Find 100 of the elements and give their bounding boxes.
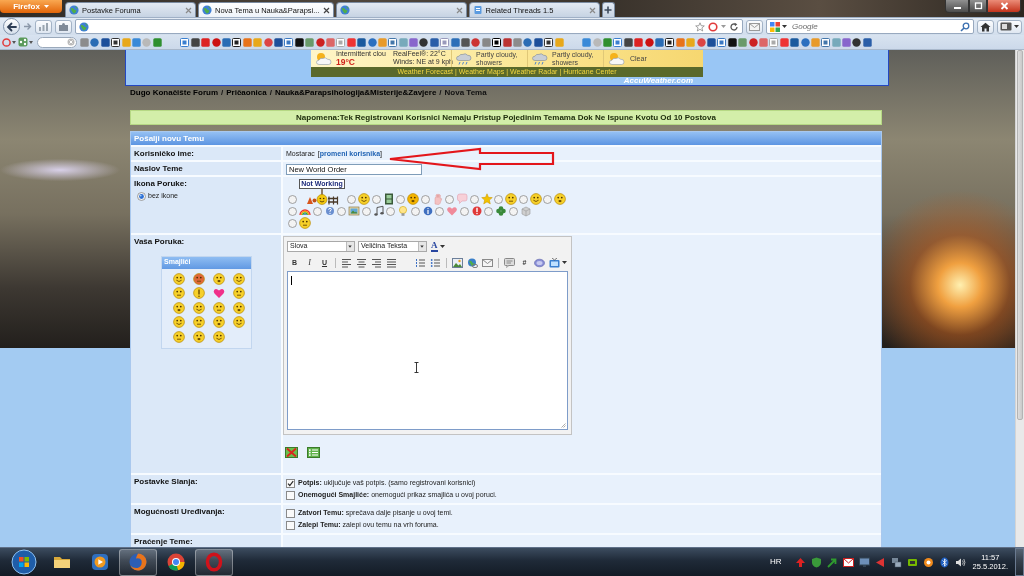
smiley-icon[interactable] bbox=[407, 193, 419, 205]
breadcrumb-link[interactable]: Nauka&Parapsihologija&Misterije&Zavjere bbox=[274, 87, 437, 98]
speech-bubble-icon[interactable] bbox=[504, 257, 515, 268]
smiley-icon[interactable] bbox=[529, 193, 542, 205]
radio-button[interactable] bbox=[288, 218, 297, 228]
tv-icon[interactable] bbox=[549, 257, 560, 268]
taskbar-app-button[interactable] bbox=[119, 548, 157, 576]
share-icon[interactable] bbox=[17, 37, 28, 47]
checkbox[interactable] bbox=[286, 478, 295, 488]
smiley-icon[interactable] bbox=[299, 217, 311, 229]
bookmark-icon[interactable] bbox=[111, 37, 121, 47]
start-orb-icon[interactable] bbox=[11, 549, 37, 575]
info-icon[interactable] bbox=[421, 205, 434, 217]
envelope-icon[interactable] bbox=[842, 556, 854, 568]
forward-arrow-icon[interactable] bbox=[23, 22, 32, 31]
cross-icon[interactable] bbox=[285, 447, 298, 458]
align-right-icon[interactable] bbox=[371, 257, 382, 268]
smiley-icon[interactable] bbox=[554, 193, 566, 205]
radio-button[interactable] bbox=[361, 206, 371, 216]
align-center-icon[interactable] bbox=[356, 257, 367, 268]
smiley-icon[interactable] bbox=[173, 330, 185, 343]
clear-icon[interactable] bbox=[66, 38, 75, 46]
smiley-icon[interactable] bbox=[173, 301, 185, 314]
maximize-button[interactable] bbox=[969, 0, 987, 13]
shield-icon[interactable] bbox=[810, 556, 822, 568]
smiley-icon[interactable] bbox=[233, 301, 245, 314]
scrollbar[interactable] bbox=[1015, 50, 1024, 547]
close-icon[interactable] bbox=[322, 6, 330, 14]
radio-button[interactable] bbox=[445, 194, 454, 204]
smiley-icon[interactable] bbox=[505, 193, 517, 205]
smiley-icon[interactable] bbox=[233, 287, 245, 300]
caret-icon[interactable] bbox=[12, 40, 17, 44]
smiley-icon[interactable] bbox=[193, 316, 205, 329]
numbered-list-icon[interactable] bbox=[415, 257, 426, 268]
film-icon[interactable] bbox=[382, 193, 395, 205]
radio-button[interactable] bbox=[396, 194, 405, 204]
mail-button[interactable] bbox=[746, 19, 763, 34]
smiley-icon[interactable] bbox=[193, 301, 205, 314]
picture-icon[interactable] bbox=[348, 205, 360, 217]
smiley-icon[interactable] bbox=[193, 330, 205, 343]
clover-icon[interactable] bbox=[495, 205, 507, 217]
close-button[interactable] bbox=[987, 0, 1021, 13]
exclamation-icon[interactable] bbox=[193, 287, 205, 300]
bluetooth-icon[interactable] bbox=[938, 556, 950, 568]
caret-icon[interactable] bbox=[782, 25, 787, 28]
smiley-icon[interactable] bbox=[213, 316, 225, 329]
bookmark-icon[interactable] bbox=[232, 37, 242, 47]
new-tab-button[interactable] bbox=[601, 2, 615, 17]
checkbox[interactable] bbox=[286, 508, 295, 518]
smiley-icon[interactable] bbox=[233, 316, 245, 329]
bookmark-icon[interactable] bbox=[665, 37, 675, 47]
radio-button[interactable] bbox=[484, 206, 493, 216]
box-icon[interactable] bbox=[519, 205, 532, 217]
smiley-icon[interactable] bbox=[358, 193, 370, 205]
browser-tab[interactable] bbox=[335, 2, 467, 17]
radio-button[interactable] bbox=[518, 194, 528, 204]
chip-icon[interactable] bbox=[906, 556, 918, 568]
star-icon[interactable] bbox=[480, 193, 493, 205]
heart-icon[interactable] bbox=[213, 287, 225, 300]
heart-icon[interactable] bbox=[446, 205, 458, 217]
oval-icon[interactable] bbox=[534, 257, 545, 268]
chart-button[interactable] bbox=[35, 19, 52, 34]
radio-button[interactable] bbox=[371, 194, 381, 204]
smiley-icon[interactable] bbox=[173, 287, 185, 300]
radio-button[interactable] bbox=[543, 194, 552, 204]
exclamation-icon[interactable] bbox=[470, 205, 483, 217]
radio-button[interactable] bbox=[459, 206, 469, 216]
show-desktop-button[interactable] bbox=[1015, 548, 1024, 576]
briefcase-button[interactable] bbox=[55, 19, 72, 34]
breadcrumb-link[interactable]: Pričaonica bbox=[226, 87, 267, 98]
radio-button[interactable] bbox=[410, 206, 420, 216]
smiley-icon[interactable] bbox=[213, 301, 225, 314]
question-icon[interactable] bbox=[323, 205, 336, 217]
toolbar-search-field[interactable] bbox=[36, 36, 77, 48]
smiley-icon[interactable] bbox=[173, 316, 185, 329]
display-button[interactable] bbox=[997, 19, 1022, 34]
radio-button[interactable] bbox=[508, 206, 518, 216]
resize-grip-icon[interactable] bbox=[560, 422, 566, 428]
radio-button[interactable] bbox=[494, 194, 503, 204]
bookmark-icon[interactable] bbox=[492, 37, 502, 47]
language-indicator[interactable]: HR bbox=[770, 557, 782, 567]
reload-icon[interactable] bbox=[729, 21, 739, 32]
smiley-icon[interactable] bbox=[213, 272, 225, 285]
smiley-icon[interactable] bbox=[193, 272, 205, 285]
picture-icon[interactable] bbox=[452, 257, 463, 268]
star-icon[interactable] bbox=[695, 21, 705, 32]
radio-button[interactable] bbox=[420, 194, 430, 204]
ring-icon[interactable] bbox=[922, 556, 934, 568]
caret-icon[interactable] bbox=[29, 40, 34, 44]
up-arrow-icon[interactable] bbox=[794, 556, 806, 568]
back-button[interactable] bbox=[3, 18, 20, 35]
home-button[interactable] bbox=[977, 19, 994, 34]
text-color-button[interactable]: A bbox=[430, 240, 446, 252]
smiley-icon[interactable] bbox=[213, 330, 225, 343]
smiley-icon[interactable] bbox=[233, 272, 245, 285]
triangle-icon[interactable] bbox=[874, 556, 886, 568]
align-left-icon[interactable] bbox=[341, 257, 352, 268]
message-textarea[interactable] bbox=[287, 271, 568, 430]
arrow-icon[interactable] bbox=[826, 556, 838, 568]
smiley-icon[interactable] bbox=[173, 272, 185, 285]
